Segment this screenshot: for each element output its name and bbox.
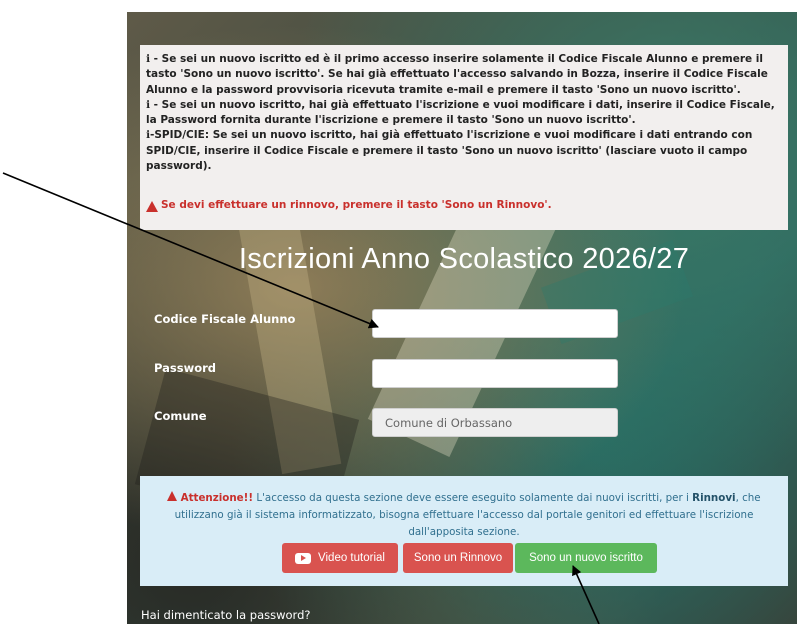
annotation-arrows <box>2 172 600 624</box>
arrow-to-codice-fiscale <box>2 172 379 329</box>
arrow-to-nuovo-iscritto <box>572 565 600 624</box>
